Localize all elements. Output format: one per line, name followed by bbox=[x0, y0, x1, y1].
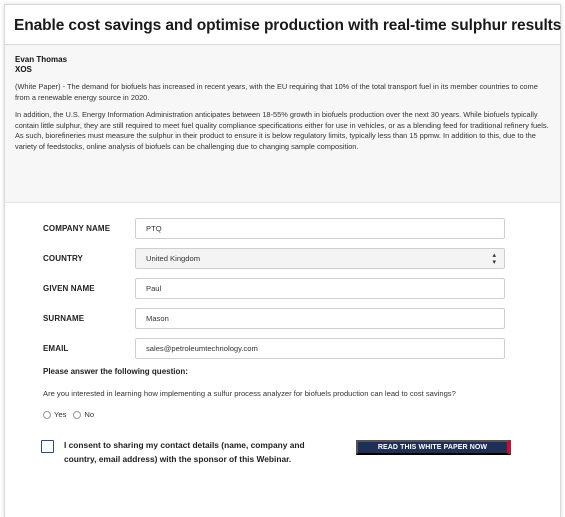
email-value: sales@petroleumtechnology.com bbox=[146, 344, 258, 353]
option-yes[interactable]: Yes bbox=[43, 410, 66, 419]
webinar-registration-panel: Enable cost savings and optimise product… bbox=[4, 4, 561, 517]
author-name: Evan Thomas bbox=[15, 55, 68, 64]
consent-checkbox[interactable] bbox=[41, 440, 54, 453]
option-yes-label: Yes bbox=[54, 410, 67, 419]
given-name-row: GIVEN NAME Paul bbox=[5, 277, 560, 300]
country-row: COUNTRY United Kingdom ▴ ▾ bbox=[5, 247, 560, 270]
read-white-paper-button[interactable]: READ THIS WHITE PAPER NOW bbox=[356, 440, 511, 455]
option-no[interactable]: No bbox=[73, 410, 94, 419]
surname-label: SURNAME bbox=[43, 314, 85, 323]
question-heading: Please answer the following question: bbox=[43, 367, 188, 376]
email-row: EMAIL sales@petroleumtechnology.com bbox=[5, 337, 560, 360]
country-value: United Kingdom bbox=[146, 254, 201, 263]
option-no-label: No bbox=[84, 410, 95, 419]
title-bar: Enable cost savings and optimise product… bbox=[5, 5, 562, 45]
email-input[interactable]: sales@petroleumtechnology.com bbox=[135, 338, 505, 359]
question-text: Are you interested in learning how imple… bbox=[43, 389, 456, 398]
radio-yes[interactable] bbox=[43, 410, 51, 419]
select-arrows-icon: ▴ ▾ bbox=[492, 251, 496, 266]
email-label: EMAIL bbox=[43, 344, 69, 353]
given-name-input[interactable]: Paul bbox=[135, 278, 505, 299]
article-paragraph-2: In addition, the U.S. Energy Information… bbox=[15, 110, 549, 151]
page-title: Enable cost savings and optimise product… bbox=[14, 17, 562, 34]
company-row: COMPANY NAME PTQ bbox=[5, 217, 560, 240]
given-name-value: Paul bbox=[146, 284, 162, 293]
registration-form: COMPANY NAME PTQ COUNTRY United Kingdom … bbox=[5, 203, 560, 466]
company-value: PTQ bbox=[146, 224, 162, 233]
author-company: XOS bbox=[15, 65, 32, 74]
consent-row: I consent to sharing my contact details … bbox=[5, 439, 560, 466]
answer-options: Yes No bbox=[5, 410, 560, 419]
surname-input[interactable]: Mason bbox=[135, 308, 505, 329]
article-paragraph-1: (White Paper) - The demand for biofuels … bbox=[15, 82, 538, 102]
country-label: COUNTRY bbox=[43, 254, 83, 263]
country-select[interactable]: United Kingdom ▴ ▾ bbox=[135, 248, 505, 269]
surname-value: Mason bbox=[146, 314, 169, 323]
article-summary: Evan Thomas XOS (White Paper) - The dema… bbox=[5, 45, 560, 203]
company-input[interactable]: PTQ bbox=[135, 218, 505, 239]
consent-text: I consent to sharing my contact details … bbox=[64, 440, 305, 464]
given-name-label: GIVEN NAME bbox=[43, 284, 95, 293]
surname-row: SURNAME Mason bbox=[5, 307, 560, 330]
company-label: COMPANY NAME bbox=[43, 224, 111, 233]
radio-no[interactable] bbox=[73, 410, 82, 419]
